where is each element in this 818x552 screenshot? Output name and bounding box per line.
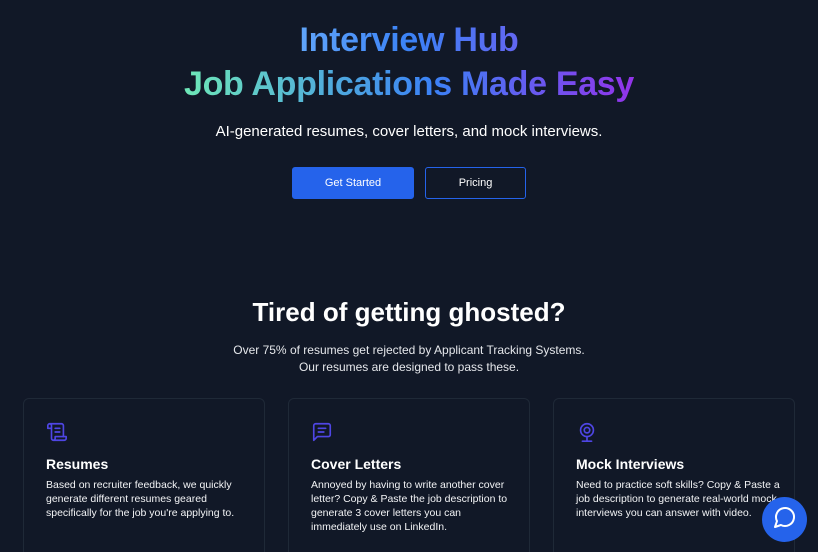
hero-title-line-1: Interview Hub bbox=[299, 18, 518, 62]
chat-widget-button[interactable] bbox=[762, 497, 807, 542]
section-description-line-2: Our resumes are designed to pass these. bbox=[298, 360, 520, 374]
section-description-line-1: Over 75% of resumes get rejected by Appl… bbox=[233, 343, 585, 357]
section-title: Tired of getting ghosted? bbox=[252, 297, 566, 327]
feature-card-resumes: Resumes Based on recruiter feedback, we … bbox=[23, 398, 265, 552]
get-started-button[interactable]: Get Started bbox=[292, 167, 414, 199]
pricing-button[interactable]: Pricing bbox=[425, 167, 526, 199]
feature-title: Resumes bbox=[46, 456, 109, 472]
feature-text: Need to practice soft skills? Copy & Pas… bbox=[576, 479, 780, 519]
feature-card-cover-letters: Cover Letters Annoyed by having to write… bbox=[288, 398, 530, 552]
chat-bubble-icon bbox=[311, 421, 333, 443]
hero-title-line-2: Job Applications Made Easy bbox=[184, 62, 634, 106]
chat-icon bbox=[773, 505, 797, 534]
scroll-icon bbox=[46, 421, 68, 443]
feature-text: Annoyed by having to write another cover… bbox=[311, 479, 508, 533]
feature-title: Mock Interviews bbox=[576, 456, 685, 472]
landing-page: Interview Hub Job Applications Made Easy… bbox=[0, 0, 818, 552]
hero-title: Interview Hub Job Applications Made Easy bbox=[0, 18, 818, 106]
hero-subtitle: AI-generated resumes, cover letters, and… bbox=[215, 123, 603, 140]
webcam-icon bbox=[576, 421, 598, 443]
feature-text: Based on recruiter feedback, we quickly … bbox=[46, 479, 235, 519]
section-description: Over 75% of resumes get rejected by Appl… bbox=[0, 342, 818, 376]
feature-card-mock-interviews: Mock Interviews Need to practice soft sk… bbox=[553, 398, 795, 552]
feature-title: Cover Letters bbox=[311, 456, 402, 472]
